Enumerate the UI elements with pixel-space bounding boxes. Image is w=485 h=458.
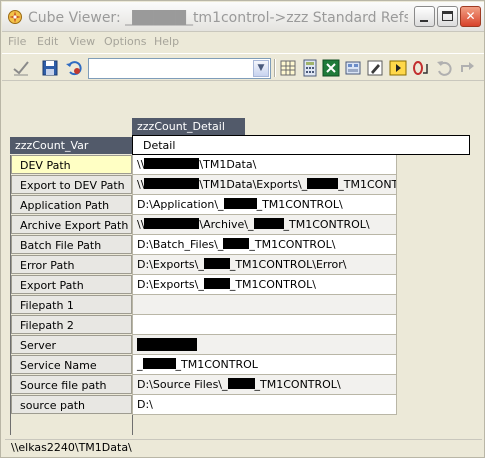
cell-text: D:\Application\_ [137, 198, 224, 211]
redacted-text [253, 218, 284, 229]
toolbar: ▼ [2, 53, 484, 81]
cell-text: \\ [137, 158, 145, 171]
redacted-text [223, 198, 257, 209]
dimension-icon[interactable] [343, 58, 363, 78]
redacted-text [144, 158, 200, 169]
cell-text: _TM1CONTROL\ [283, 218, 370, 231]
close-button[interactable]: ✕ [460, 6, 481, 27]
title-bar[interactable]: Cube Viewer: _█████_tm1control->zzz Stan… [2, 2, 484, 32]
grid-cell[interactable]: D:\Source Files\_ _TM1CONTROL\ [132, 375, 397, 395]
grid-cell[interactable]: _ _TM1CONTROL [132, 355, 397, 375]
cell-text: D:\Batch_Files\_ [137, 238, 224, 251]
redacted-text [142, 358, 176, 369]
column-header-detail[interactable]: Detail [132, 135, 470, 155]
row-label[interactable]: Filepath 1 [11, 295, 132, 314]
undo-icon[interactable] [434, 58, 454, 78]
cell-text: \Archive\_ [199, 218, 254, 231]
menu-help[interactable]: Help [154, 35, 179, 48]
excel-icon[interactable] [321, 58, 341, 78]
cell-text: \\ [137, 218, 145, 231]
redacted-text [144, 218, 200, 229]
cell-text: D:\Source Files\_ [137, 378, 228, 391]
row-label[interactable]: Filepath 2 [11, 315, 132, 334]
grid-cell[interactable] [132, 315, 397, 335]
cell-text: \\ [137, 178, 145, 191]
row-label[interactable]: source path [11, 395, 132, 414]
recalc-icon[interactable] [64, 58, 84, 78]
row-label[interactable]: Source file path [11, 375, 132, 394]
row-label[interactable]: Application Path [11, 195, 132, 214]
row-label[interactable]: Archive Export Path [11, 215, 132, 234]
run-icon[interactable] [388, 58, 408, 78]
cell-text: D:\Exports\_ [137, 278, 204, 291]
row-label[interactable]: Export to DEV Path [11, 175, 132, 194]
row-label[interactable]: Export Path [11, 275, 132, 294]
grid-cell[interactable]: D:\ [132, 395, 397, 415]
cell-text: _TM1CONTROL\Error\ [229, 258, 347, 271]
redo-icon[interactable] [457, 58, 477, 78]
grid-cell[interactable]: D:\Application\_ _TM1CONTROL\ [132, 195, 397, 215]
grid-cell[interactable]: \\ \TM1Data\ [132, 155, 397, 175]
redacted-text [137, 338, 197, 351]
row-label[interactable]: Service Name [11, 355, 132, 374]
maximize-button[interactable] [437, 6, 458, 27]
zero-suppress-icon[interactable] [410, 58, 430, 78]
cell-text: _TM1CONTROL\ [254, 378, 341, 391]
cell-text: _TM1CONTROL\ [229, 278, 316, 291]
maximize-icon [442, 11, 453, 21]
cell-text: _TM1CONTROL\ [256, 198, 343, 211]
edit-icon[interactable] [365, 58, 385, 78]
view-select[interactable]: ▼ [88, 58, 271, 79]
redacted-text [144, 178, 200, 189]
toolbar-separator [274, 59, 276, 77]
grid-cell[interactable]: D:\Exports\_ _TM1CONTROL\Error\ [132, 255, 397, 275]
cell-text: D:\ [137, 398, 153, 411]
cell-text: \TM1Data\ [199, 158, 257, 171]
grid-cell[interactable]: D:\Batch_Files\_ _TM1CONTROL\ [132, 235, 397, 255]
save-icon[interactable] [40, 58, 60, 78]
menu-options[interactable]: Options [104, 35, 146, 48]
menu-file[interactable]: File [8, 35, 26, 48]
redacted-text [203, 278, 230, 289]
status-bar: \\elkas2240\TM1Data\ [5, 439, 482, 455]
menu-view[interactable]: View [69, 35, 95, 48]
column-dimension-header[interactable]: zzzCount_Detail [132, 118, 245, 135]
calculator-icon[interactable] [300, 58, 320, 78]
menu-bar: File Edit View Options Help [2, 33, 484, 50]
cell-text: _TM1CONTROL\ [249, 238, 336, 251]
row-label[interactable]: DEV Path [11, 155, 132, 174]
minimize-button[interactable] [414, 6, 435, 27]
cell-values: \\ \TM1Data\ \\ \TM1Data\Exports\_ _TM1CONTR… [132, 155, 397, 417]
row-labels: DEV Path Export to DEV Path Application Pa… [10, 155, 133, 435]
row-label[interactable]: Error Path [11, 255, 132, 274]
row-dimension-header[interactable]: zzzCount_Var [10, 137, 133, 154]
row-label[interactable]: Batch File Path [11, 235, 132, 254]
chevron-down-icon[interactable]: ▼ [253, 60, 269, 77]
cell-text: D:\Exports\_ [137, 258, 204, 271]
check-icon[interactable] [11, 58, 31, 78]
minimize-icon [420, 20, 428, 22]
redacted-text [203, 258, 230, 269]
grid-cell[interactable]: \\ \Archive\_ _TM1CONTROL\ [132, 215, 397, 235]
grid-cell[interactable]: \\ \TM1Data\Exports\_ _TM1CONTROL\ [132, 175, 397, 195]
grid-cell[interactable] [132, 295, 397, 315]
grid-cell[interactable] [132, 335, 397, 355]
row-label[interactable]: Server [11, 335, 132, 354]
redacted-text [227, 378, 255, 389]
cube-viewer-window: Cube Viewer: _█████_tm1control->zzz Stan… [0, 0, 485, 458]
grid-icon[interactable] [278, 58, 298, 78]
cell-text: _TM1CONTROL [175, 358, 258, 371]
window-title: Cube Viewer: _█████_tm1control->zzz Stan… [28, 10, 408, 26]
grid-cell[interactable]: D:\Exports\_ _TM1CONTROL\ [132, 275, 397, 295]
tm1-cube-icon [8, 10, 22, 24]
cell-text: \TM1Data\Exports\_ [199, 178, 308, 191]
redacted-text [307, 178, 339, 189]
redacted-text [223, 238, 250, 249]
close-icon: ✕ [465, 9, 476, 23]
cell-text: _TM1CONTROL\ [338, 178, 396, 191]
menu-edit[interactable]: Edit [37, 35, 58, 48]
status-text: \\elkas2240\TM1Data\ [11, 441, 132, 454]
